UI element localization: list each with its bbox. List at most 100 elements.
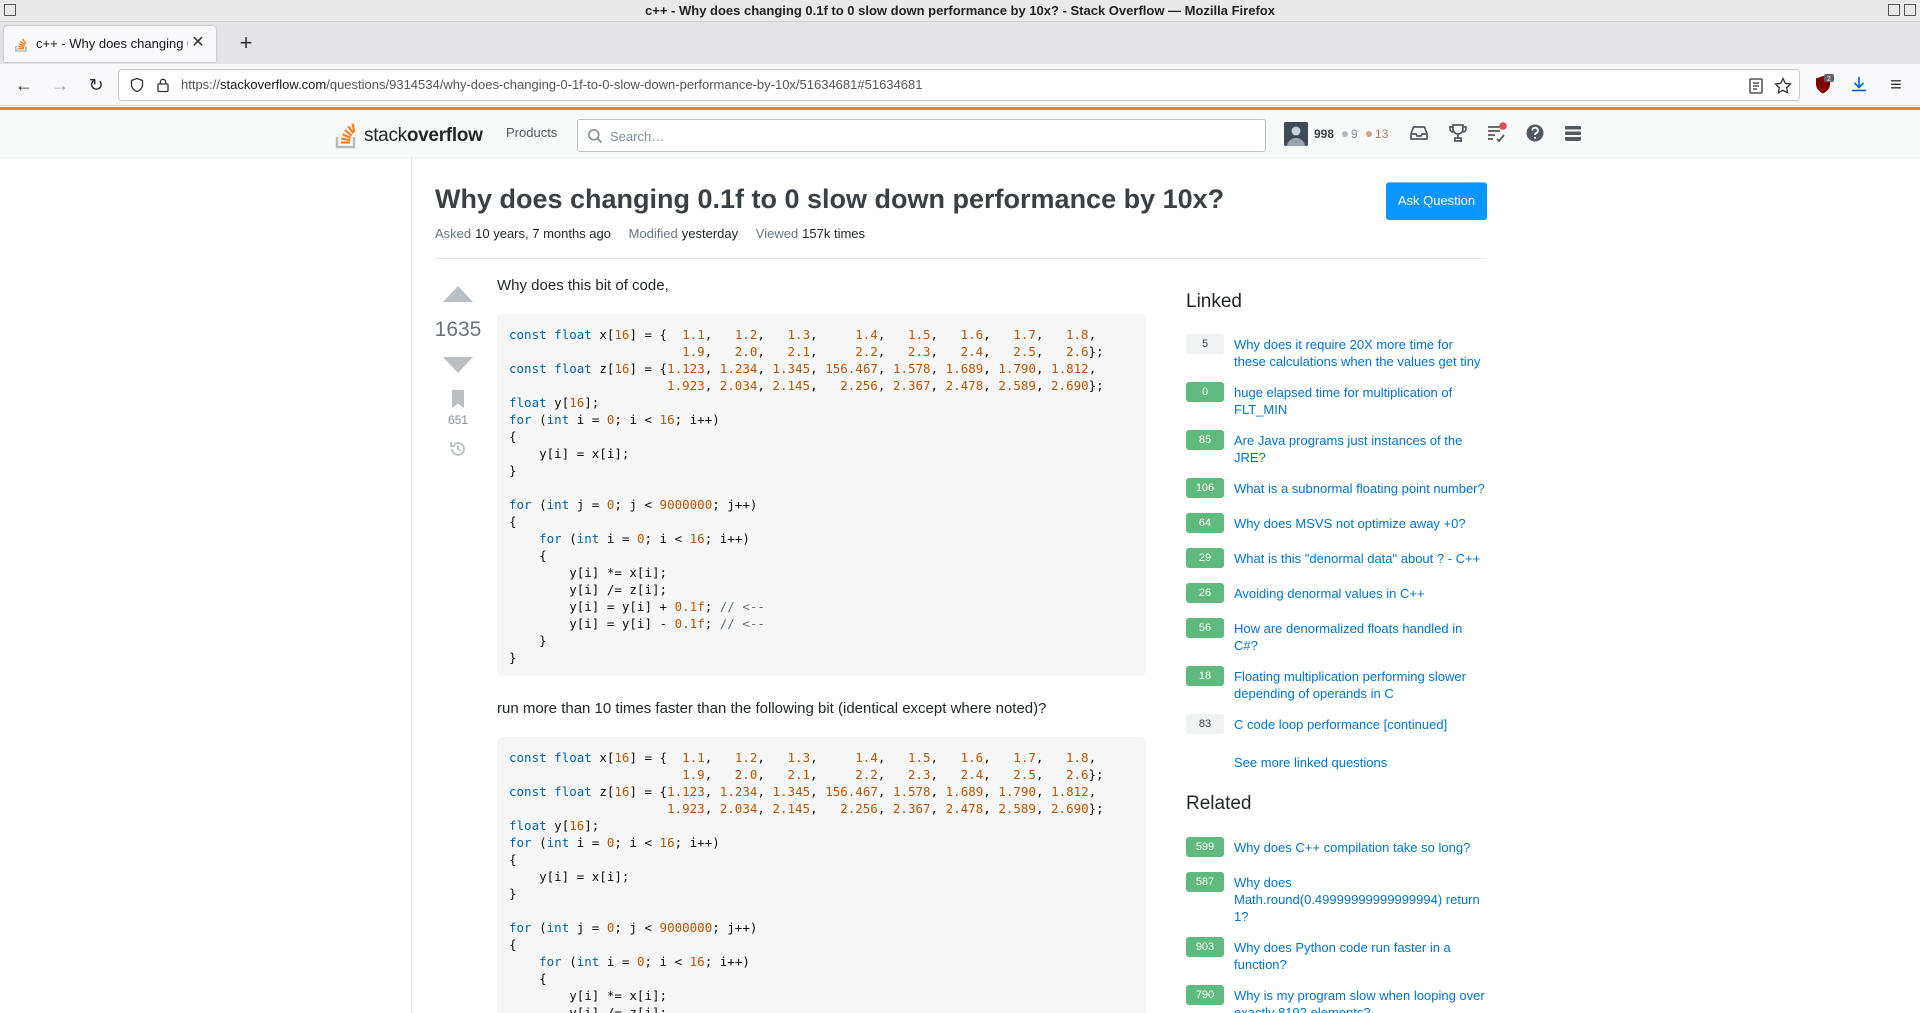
- site-search[interactable]: [577, 119, 1266, 152]
- question-score-badge[interactable]: 5: [1186, 334, 1224, 354]
- question-score-badge[interactable]: 56: [1186, 618, 1224, 638]
- viewed-label: Viewed: [755, 226, 799, 241]
- ublock-origin-icon[interactable]: 2: [1812, 74, 1834, 96]
- ask-question-button[interactable]: Ask Question: [1386, 182, 1487, 220]
- question-link[interactable]: Floating multiplication performing slowe…: [1234, 668, 1486, 702]
- help-icon[interactable]: [1524, 122, 1546, 144]
- reputation-count: 998: [1314, 127, 1335, 141]
- related-heading: Related: [1186, 793, 1252, 814]
- tab-active[interactable]: c++ - Why does changing 0.1f to 0 slow d…: [4, 26, 216, 62]
- sidebar-question-item[interactable]: 5 Why does it require 20X more time for t…: [1186, 334, 1486, 370]
- url-text[interactable]: https://stackoverflow.com/questions/9314…: [181, 77, 922, 92]
- site-switcher-icon[interactable]: [1562, 122, 1584, 144]
- address-bar[interactable]: https://stackoverflow.com/questions/9314…: [118, 69, 1800, 101]
- avatar-image-icon: [1284, 122, 1308, 146]
- code-line: y[i] = x[i];: [509, 446, 630, 461]
- revision-history-icon[interactable]: [448, 439, 468, 459]
- svg-text:2: 2: [1827, 76, 1831, 83]
- see-more-linked-link[interactable]: See more linked questions: [1234, 755, 1387, 770]
- code-line: }: [509, 650, 517, 665]
- code-line: {: [509, 852, 517, 867]
- bronze-badge-icon: [1366, 131, 1372, 137]
- question-score-badge[interactable]: 85: [1186, 430, 1224, 450]
- inbox-icon[interactable]: [1408, 122, 1430, 144]
- question-link[interactable]: Why does Math.round(0.49999999999999994)…: [1234, 874, 1486, 925]
- review-queues-icon[interactable]: [1485, 122, 1507, 144]
- sidebar-question-item[interactable]: 56 How are denormalized floats handled in…: [1186, 618, 1486, 654]
- code-block-2[interactable]: const float x[16] = { 1.1, 1.2, 1.3, 1.4…: [497, 737, 1146, 1013]
- silver-badge-count: 9: [1342, 127, 1358, 141]
- sidebar-question-item[interactable]: 599 Why does C++ compilation take so long…: [1186, 837, 1486, 873]
- sidebar-question-item[interactable]: 29 What is this "denormal data" about ? -…: [1186, 548, 1486, 584]
- question-link[interactable]: Are Java programs just instances of the …: [1234, 432, 1486, 466]
- products-menu[interactable]: Products: [506, 125, 557, 140]
- code-line: for (int i = 0; i < 16; i++): [539, 531, 750, 546]
- reload-button[interactable]: ↻: [82, 71, 110, 99]
- question-link[interactable]: C code loop performance [continued]: [1234, 716, 1486, 733]
- back-button[interactable]: ←: [10, 71, 38, 99]
- stackoverflow-logo[interactable]: stackoverflow: [334, 117, 484, 151]
- question-link[interactable]: What is a subnormal floating point numbe…: [1234, 480, 1486, 497]
- code-line: {: [509, 937, 517, 952]
- question-link[interactable]: huge elapsed time for multiplication of …: [1234, 384, 1486, 418]
- modified-value[interactable]: yesterday: [682, 226, 738, 241]
- close-window-icon[interactable]: [1904, 4, 1916, 16]
- question-score-badge[interactable]: 106: [1186, 478, 1224, 498]
- stackoverflow-favicon-icon: [15, 38, 27, 52]
- question-link[interactable]: Why does MSVS not optimize away +0?: [1234, 515, 1486, 532]
- new-tab-button[interactable]: +: [232, 30, 260, 58]
- sidebar-question-item[interactable]: 83 C code loop performance [continued]: [1186, 714, 1486, 750]
- sidebar-question-item[interactable]: 0 huge elapsed time for multiplication of…: [1186, 382, 1486, 418]
- question-score-badge[interactable]: 83: [1186, 714, 1224, 734]
- lock-icon[interactable]: [155, 77, 171, 93]
- asked-value[interactable]: 10 years, 7 months ago: [475, 226, 611, 241]
- sidebar-question-item[interactable]: 587 Why does Math.round(0.499999999999999…: [1186, 872, 1486, 924]
- achievements-trophy-icon[interactable]: [1447, 122, 1469, 144]
- tracking-protection-shield-icon[interactable]: [129, 77, 145, 93]
- sidebar-question-item[interactable]: 18 Floating multiplication performing slo…: [1186, 666, 1486, 702]
- question-score-badge[interactable]: 0: [1186, 382, 1224, 402]
- sidebar-question-item[interactable]: 903 Why does Python code run faster in a …: [1186, 937, 1486, 973]
- question-score-badge[interactable]: 29: [1186, 548, 1224, 568]
- tab-strip: c++ - Why does changing 0.1f to 0 slow d…: [0, 22, 1920, 64]
- forward-button[interactable]: →: [46, 71, 74, 99]
- tab-title: c++ - Why does changing 0.1f to 0 slow d…: [36, 36, 188, 51]
- sidebar-question-item[interactable]: 790 Why is my program slow when looping o…: [1186, 985, 1486, 1013]
- upvote-arrow-icon[interactable]: [441, 282, 475, 304]
- question-score-badge[interactable]: 599: [1186, 837, 1224, 857]
- bookmark-star-icon[interactable]: [1773, 76, 1793, 96]
- search-input[interactable]: [610, 126, 1250, 146]
- reader-view-icon[interactable]: [1746, 76, 1766, 96]
- question-link[interactable]: Avoiding denormal values in C++: [1234, 585, 1486, 602]
- question-link[interactable]: Why does it require 20X more time for th…: [1234, 336, 1486, 370]
- question-link[interactable]: What is this "denormal data" about ? - C…: [1234, 550, 1486, 567]
- avatar[interactable]: [1284, 122, 1308, 146]
- downloads-icon[interactable]: [1848, 74, 1870, 96]
- tab-close-icon[interactable]: ✕: [188, 33, 208, 53]
- question-link[interactable]: Why is my program slow when looping over…: [1234, 987, 1486, 1013]
- question-score-badge[interactable]: 18: [1186, 666, 1224, 686]
- question-score-badge[interactable]: 790: [1186, 985, 1224, 1005]
- question-score-badge[interactable]: 903: [1186, 937, 1224, 957]
- post-middle-text: run more than 10 times faster than the f…: [497, 700, 1047, 717]
- sidebar-question-item[interactable]: 64 Why does MSVS not optimize away +0?: [1186, 513, 1486, 549]
- question-score-badge[interactable]: 587: [1186, 872, 1224, 892]
- question-link[interactable]: How are denormalized floats handled in C…: [1234, 620, 1486, 654]
- app-menu-button[interactable]: ≡: [1882, 71, 1910, 99]
- question-score-badge[interactable]: 64: [1186, 513, 1224, 533]
- sidebar-question-item[interactable]: 85 Are Java programs just instances of th…: [1186, 430, 1486, 466]
- code-line: for (int i = 0; i < 16; i++): [509, 835, 720, 850]
- sidebar-question-item[interactable]: 26 Avoiding denormal values in C++: [1186, 583, 1486, 619]
- question-link[interactable]: Why does Python code run faster in a fun…: [1234, 939, 1486, 973]
- code-block-1[interactable]: const float x[16] = { 1.1, 1.2, 1.3, 1.4…: [497, 314, 1146, 676]
- question-title[interactable]: Why does changing 0.1f to 0 slow down pe…: [435, 184, 1224, 215]
- downvote-arrow-icon[interactable]: [441, 355, 475, 377]
- sidebar-question-item[interactable]: 106 What is a subnormal floating point nu…: [1186, 478, 1486, 514]
- question-score-badge[interactable]: 26: [1186, 583, 1224, 603]
- code-line: }: [509, 633, 547, 648]
- bookmark-icon[interactable]: [450, 389, 466, 409]
- left-sidebar-border: [411, 157, 412, 1013]
- maximize-icon[interactable]: [1888, 4, 1900, 16]
- question-link[interactable]: Why does C++ compilation take so long?: [1234, 839, 1486, 856]
